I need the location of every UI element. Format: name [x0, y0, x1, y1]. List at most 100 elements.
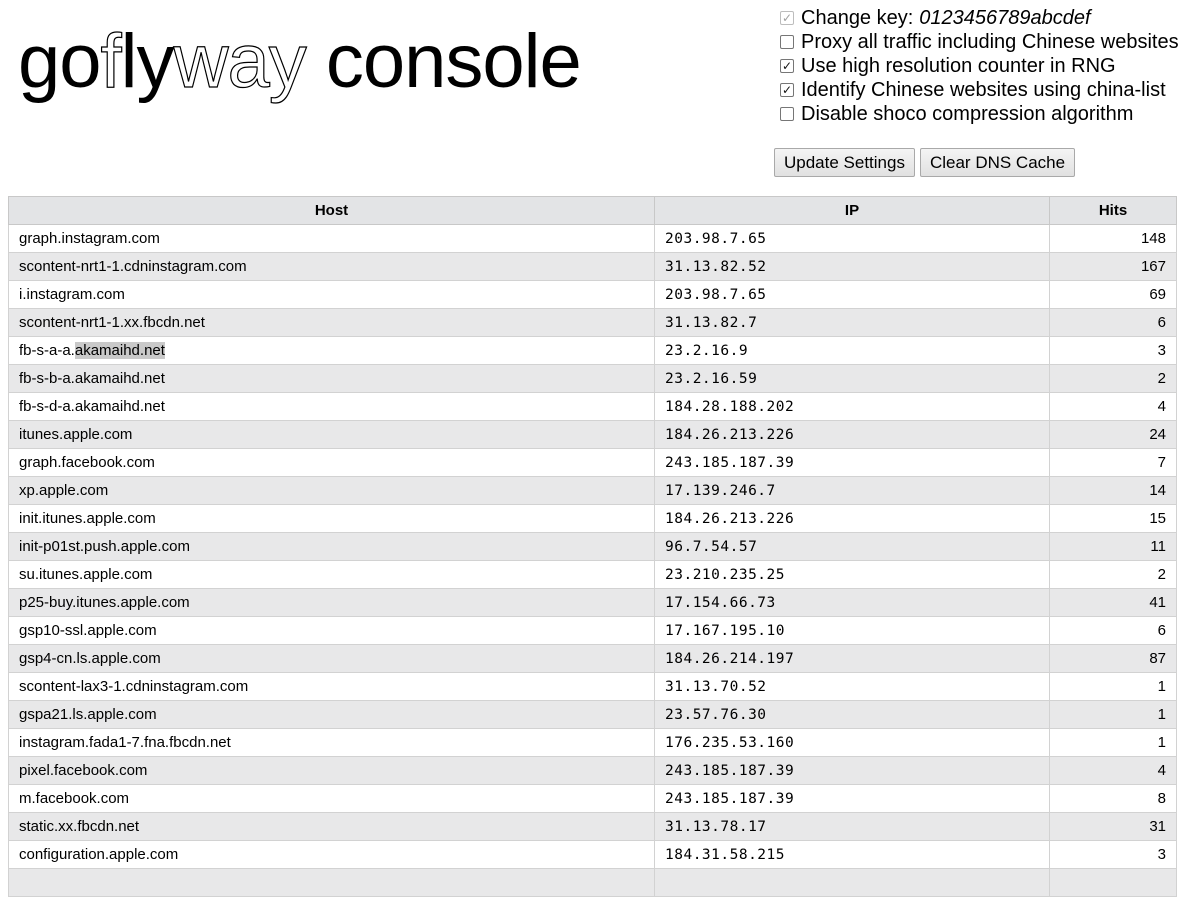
- ip-cell: 243.185.187.39: [654, 756, 1050, 785]
- hits-cell: 2: [1049, 560, 1177, 589]
- disable-shoco-checkbox[interactable]: [780, 107, 794, 121]
- host-cell: xp.apple.com: [8, 476, 655, 505]
- hits-cell: 4: [1049, 756, 1177, 785]
- hits-cell: 14: [1049, 476, 1177, 505]
- ip-cell: 23.2.16.59: [654, 364, 1050, 393]
- host-cell: fb-s-d-a.akamaihd.net: [8, 392, 655, 421]
- change-key-value[interactable]: 0123456789abcdef: [919, 7, 1090, 30]
- ip-cell: 184.26.214.197: [654, 644, 1050, 673]
- host-cell: init.itunes.apple.com: [8, 504, 655, 533]
- ip-cell: 243.185.187.39: [654, 784, 1050, 813]
- hits-cell: 2: [1049, 364, 1177, 393]
- host-cell: scontent-lax3-1.cdninstagram.com: [8, 672, 655, 701]
- logo-part-ay: ay: [227, 18, 307, 104]
- table-row: i.instagram.com 203.98.7.65 69: [8, 280, 1177, 309]
- ip-cell: 184.26.213.226: [654, 504, 1050, 533]
- column-header-hits[interactable]: Hits: [1049, 196, 1177, 225]
- setting-proxy-all[interactable]: Proxy all traffic including Chinese webs…: [778, 30, 1179, 54]
- table-header-row: Host IP Hits: [8, 196, 1177, 225]
- table-row: p25-buy.itunes.apple.com 17.154.66.73 41: [8, 588, 1177, 617]
- host-cell: gsp4-cn.ls.apple.com: [8, 644, 655, 673]
- hits-cell: 1: [1049, 700, 1177, 729]
- column-header-host[interactable]: Host: [8, 196, 655, 225]
- ip-cell: 17.139.246.7: [654, 476, 1050, 505]
- setting-disable-shoco[interactable]: Disable shoco compression algorithm: [778, 102, 1179, 126]
- host-cell: gsp10-ssl.apple.com: [8, 616, 655, 645]
- settings-panel: ✓ Change key: 0123456789abcdef Proxy all…: [778, 6, 1179, 126]
- hits-cell: [1049, 868, 1177, 897]
- ip-cell: 203.98.7.65: [654, 224, 1050, 253]
- hits-cell: 3: [1049, 840, 1177, 869]
- hits-cell: 87: [1049, 644, 1177, 673]
- table-row: graph.facebook.com 243.185.187.39 7: [8, 448, 1177, 477]
- host-cell: gspa21.ls.apple.com: [8, 700, 655, 729]
- hits-cell: 15: [1049, 504, 1177, 533]
- hits-cell: 6: [1049, 308, 1177, 337]
- table-row: fb-s-d-a.akamaihd.net 184.28.188.202 4: [8, 392, 1177, 421]
- host-cell: scontent-nrt1-1.cdninstagram.com: [8, 252, 655, 281]
- china-list-checkbox[interactable]: ✓: [780, 83, 794, 97]
- host-cell: [8, 868, 655, 897]
- proxy-all-checkbox[interactable]: [780, 35, 794, 49]
- table-row: scontent-nrt1-1.xx.fbcdn.net 31.13.82.7 6: [8, 308, 1177, 337]
- setting-china-list[interactable]: ✓ Identify Chinese websites using china-…: [778, 78, 1179, 102]
- ip-cell: 176.235.53.160: [654, 728, 1050, 757]
- host-cell: itunes.apple.com: [8, 420, 655, 449]
- ip-cell: 184.31.58.215: [654, 840, 1050, 869]
- clear-dns-cache-button[interactable]: Clear DNS Cache: [919, 148, 1076, 177]
- hits-cell: 1: [1049, 728, 1177, 757]
- ip-cell: 184.26.213.226: [654, 420, 1050, 449]
- hits-cell: 31: [1049, 812, 1177, 841]
- high-res-counter-label: Use high resolution counter in RNG: [801, 54, 1116, 77]
- logo-part-console: console: [305, 19, 582, 104]
- table-row: xp.apple.com 17.139.246.7 14: [8, 476, 1177, 505]
- table-row: gsp10-ssl.apple.com 17.167.195.10 6: [8, 616, 1177, 645]
- ip-cell: 17.154.66.73: [654, 588, 1050, 617]
- host-cell-prefix: fb-s-a-a.: [19, 342, 75, 359]
- table-row: pixel.facebook.com 243.185.187.39 4: [8, 756, 1177, 785]
- hits-cell: 41: [1049, 588, 1177, 617]
- table-row: init-p01st.push.apple.com 96.7.54.57 11: [8, 532, 1177, 561]
- action-buttons: Update Settings Clear DNS Cache: [774, 148, 1076, 177]
- ip-cell: 203.98.7.65: [654, 280, 1050, 309]
- hits-cell: 7: [1049, 448, 1177, 477]
- host-cell: graph.instagram.com: [8, 224, 655, 253]
- host-cell: static.xx.fbcdn.net: [8, 812, 655, 841]
- change-key-checkbox: ✓: [780, 11, 794, 25]
- host-cell: pixel.facebook.com: [8, 756, 655, 785]
- table-row: fb-s-b-a.akamaihd.net 23.2.16.59 2: [8, 364, 1177, 393]
- hits-cell: 4: [1049, 392, 1177, 421]
- logo-part-w: w: [173, 18, 229, 104]
- table-row: [8, 868, 1177, 897]
- host-cell-selected-text: akamaihd.net: [74, 342, 165, 359]
- column-header-ip[interactable]: IP: [654, 196, 1050, 225]
- table-row: graph.instagram.com 203.98.7.65 148: [8, 224, 1177, 253]
- ip-cell: [654, 868, 1050, 897]
- hits-cell: 148: [1049, 224, 1177, 253]
- hits-cell: 24: [1049, 420, 1177, 449]
- change-key-label: Change key:: [801, 6, 914, 29]
- host-cell: configuration.apple.com: [8, 840, 655, 869]
- host-cell: instagram.fada1-7.fna.fbcdn.net: [8, 728, 655, 757]
- host-cell: su.itunes.apple.com: [8, 560, 655, 589]
- hits-cell: 1: [1049, 672, 1177, 701]
- table-row: itunes.apple.com 184.26.213.226 24: [8, 420, 1177, 449]
- app-logo: goflyway console: [18, 18, 582, 106]
- logo-part-go: go: [18, 19, 102, 104]
- update-settings-button[interactable]: Update Settings: [774, 148, 915, 177]
- ip-cell: 23.210.235.25: [654, 560, 1050, 589]
- table-row: fb-s-a-a.akamaihd.net 23.2.16.9 3: [8, 336, 1177, 365]
- table-row: gspa21.ls.apple.com 23.57.76.30 1: [8, 700, 1177, 729]
- host-cell: fb-s-b-a.akamaihd.net: [8, 364, 655, 393]
- high-res-counter-checkbox[interactable]: ✓: [780, 59, 794, 73]
- host-cell: m.facebook.com: [8, 784, 655, 813]
- setting-high-res-counter[interactable]: ✓ Use high resolution counter in RNG: [778, 54, 1179, 78]
- host-cell: p25-buy.itunes.apple.com: [8, 588, 655, 617]
- disable-shoco-label: Disable shoco compression algorithm: [801, 102, 1134, 125]
- dns-cache-table: Host IP Hits graph.instagram.com 203.98.7…: [8, 196, 1177, 897]
- ip-cell: 17.167.195.10: [654, 616, 1050, 645]
- host-cell: scontent-nrt1-1.xx.fbcdn.net: [8, 308, 655, 337]
- ip-cell: 23.57.76.30: [654, 700, 1050, 729]
- host-cell: i.instagram.com: [8, 280, 655, 309]
- setting-change-key: ✓ Change key: 0123456789abcdef: [778, 6, 1179, 30]
